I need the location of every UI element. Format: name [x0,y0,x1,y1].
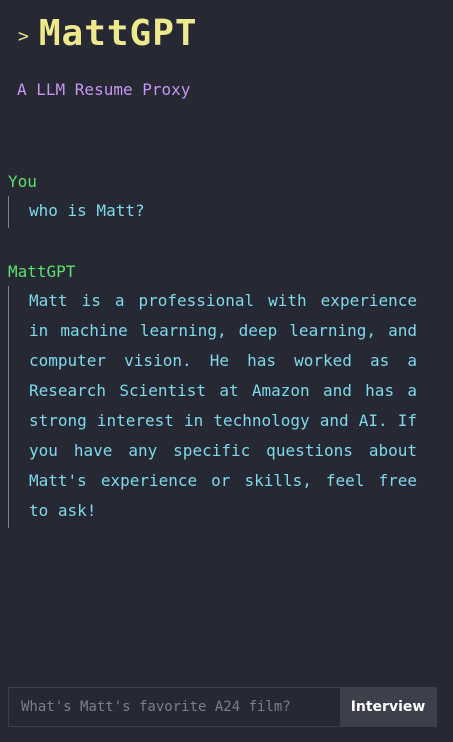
app-title: MattGPT [38,13,198,54]
chat-input[interactable] [9,688,340,726]
app-header: > MattGPT [18,14,198,54]
message-text: Matt is a professional with experience i… [29,291,417,520]
chat-message-bot: MattGPT Matt is a professional with expe… [8,262,417,528]
message-bubble: who is Matt? [8,196,417,228]
app-subtitle: A LLM Resume Proxy [17,80,191,99]
chat-input-form: Interview [8,687,437,727]
interview-button[interactable]: Interview [340,688,436,726]
message-bubble: Matt is a professional with experience i… [8,286,417,528]
speaker-label: MattGPT [8,262,76,281]
message-text: who is Matt? [29,201,145,220]
chat-message-user: You who is Matt? [8,172,417,228]
prompt-caret-icon: > [18,25,29,47]
speaker-label: You [8,172,37,191]
